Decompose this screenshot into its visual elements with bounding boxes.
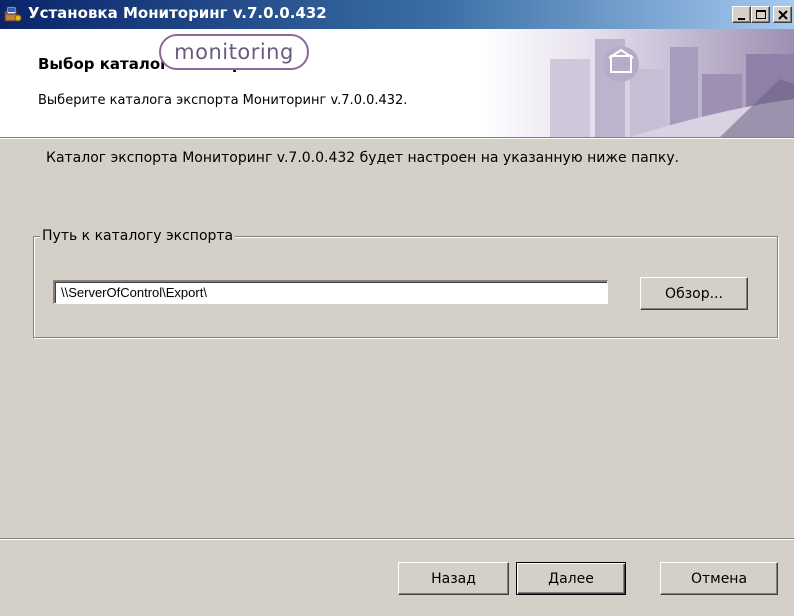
title-bar[interactable]: Установка Мониторинг v.7.0.0.432 [0,0,794,29]
minimize-icon [738,18,745,20]
maximize-button[interactable] [751,6,770,23]
maximize-icon [756,10,766,19]
window-title: Установка Мониторинг v.7.0.0.432 [28,4,327,22]
header-separator [0,137,794,139]
next-button[interactable]: Далее [516,562,626,595]
header-banner: Выбор каталога экспорта. Выберите катало… [0,29,794,137]
page-subtitle: Выберите каталога экспорта Мониторинг v.… [38,93,408,108]
browse-button[interactable]: Обзор... [640,277,748,310]
close-button[interactable] [773,6,792,23]
installer-icon [4,5,22,23]
banner-city-artwork [480,29,794,137]
description-text: Каталог экспорта Мониторинг v.7.0.0.432 … [46,150,680,166]
back-button[interactable]: Назад [398,562,509,595]
close-icon [778,10,788,20]
footer-separator [0,538,794,540]
monitoring-logo: monitoring [159,34,309,70]
minimize-button[interactable] [732,6,751,23]
export-path-input[interactable] [53,280,608,304]
export-path-group-label: Путь к каталогу экспорта [40,228,236,244]
cancel-button[interactable]: Отмена [660,562,778,595]
